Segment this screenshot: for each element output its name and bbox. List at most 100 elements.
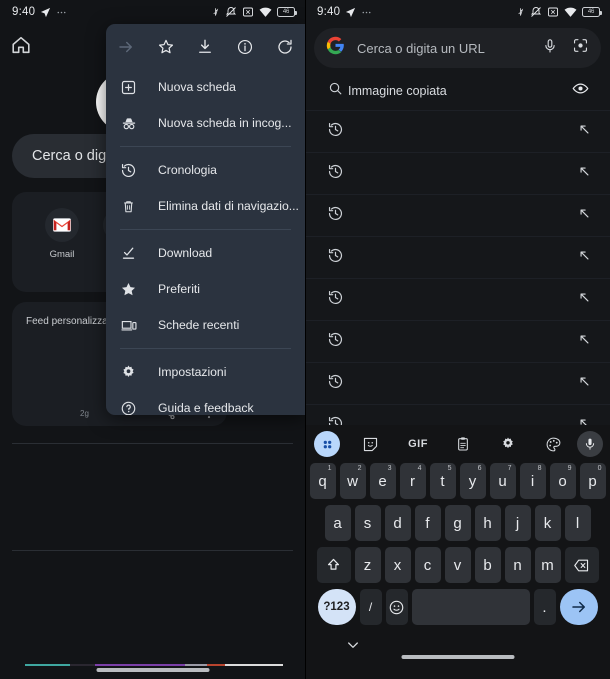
space-key[interactable]: [411, 589, 530, 625]
sticker-icon[interactable]: [357, 431, 383, 457]
key-h[interactable]: h: [474, 505, 501, 541]
menu-item-downloads[interactable]: Download: [106, 235, 305, 271]
key-o[interactable]: 9o: [549, 463, 576, 499]
key-slash[interactable]: /: [359, 589, 382, 625]
suggestion-header-row[interactable]: Immagine copiata: [314, 74, 601, 108]
microphone-icon[interactable]: [577, 431, 603, 457]
key-t[interactable]: 5t: [429, 463, 456, 499]
key-b[interactable]: b: [474, 547, 501, 583]
right-phone-screen: 9:40 46 Cerca o digita un URL Immagine c…: [305, 0, 610, 679]
search-icon: [328, 81, 343, 101]
arrow-up-left-icon[interactable]: [577, 122, 592, 142]
home-icon[interactable]: [10, 34, 34, 58]
menu-item-label: Nuova scheda in incog...: [158, 116, 292, 130]
status-bar-left: 9:40 46: [0, 0, 305, 24]
key-r[interactable]: 4r: [399, 463, 426, 499]
key-u[interactable]: 7u: [489, 463, 516, 499]
history-icon: [327, 121, 344, 143]
key-k[interactable]: k: [534, 505, 561, 541]
backspace-icon[interactable]: [564, 547, 599, 583]
suggestion-row[interactable]: [305, 236, 610, 278]
key-a[interactable]: a: [324, 505, 351, 541]
suggestion-row[interactable]: [305, 278, 610, 320]
key-x[interactable]: x: [384, 547, 411, 583]
arrow-up-left-icon[interactable]: [577, 374, 592, 394]
suggestion-row[interactable]: [305, 362, 610, 404]
menu-item-new-incognito-tab[interactable]: Nuova scheda in incog...: [106, 105, 305, 141]
menu-forward-button[interactable]: [106, 24, 146, 69]
on-screen-keyboard: GIF 1q2w3e4r5t6y7u8i9o0p asdfghjkl zxcvb…: [305, 425, 610, 679]
gear-icon[interactable]: [495, 431, 521, 457]
menu-item-label: Schede recenti: [158, 318, 240, 332]
wifi-icon: [564, 7, 577, 18]
symbols-key[interactable]: ?123: [317, 589, 356, 625]
key-p[interactable]: 0p: [579, 463, 606, 499]
chevron-down-icon[interactable]: [345, 637, 361, 658]
key-e[interactable]: 3e: [369, 463, 396, 499]
menu-item-recent-tabs[interactable]: Schede recenti: [106, 307, 305, 343]
key-m[interactable]: m: [534, 547, 561, 583]
key-f[interactable]: f: [414, 505, 441, 541]
feed-title: Feed personalizza: [26, 316, 108, 327]
enter-arrow-icon[interactable]: [559, 589, 598, 625]
gif-label: GIF: [408, 438, 428, 450]
arrow-up-left-icon[interactable]: [577, 206, 592, 226]
navigation-arrow-icon: [345, 7, 356, 18]
menu-item-label: Download: [158, 246, 213, 260]
arrow-up-left-icon[interactable]: [577, 248, 592, 268]
keyboard-row-3: zxcvbnm: [305, 547, 610, 583]
history-icon: [120, 162, 144, 179]
arrow-up-left-icon[interactable]: [577, 164, 592, 184]
menu-page-info-button[interactable]: [225, 24, 265, 69]
menu-item-clear-browsing-data[interactable]: Elimina dati di navigazio...: [106, 188, 305, 224]
google-lens-icon[interactable]: [572, 37, 589, 59]
menu-bookmark-star-button[interactable]: [146, 24, 186, 69]
arrow-up-left-icon[interactable]: [577, 332, 592, 352]
shortcut-tile-gmail[interactable]: Gmail: [34, 208, 90, 260]
system-nav-pill-left: [96, 668, 209, 672]
menu-download-button[interactable]: [186, 24, 226, 69]
keyboard-toolbar: GIF: [305, 425, 610, 463]
key-period[interactable]: .: [533, 589, 556, 625]
key-q[interactable]: 1q: [309, 463, 336, 499]
menu-item-settings[interactable]: Impostazioni: [106, 354, 305, 390]
history-icon: [327, 247, 344, 269]
key-y[interactable]: 6y: [459, 463, 486, 499]
menu-item-label: Cronologia: [158, 163, 217, 177]
key-z[interactable]: z: [354, 547, 381, 583]
suggestion-row[interactable]: [305, 152, 610, 194]
microphone-icon[interactable]: [542, 38, 558, 59]
menu-item-label: Preferiti: [158, 282, 200, 296]
key-w[interactable]: 2w: [339, 463, 366, 499]
menu-item-history[interactable]: Cronologia: [106, 152, 305, 188]
omnibox[interactable]: Cerca o digita un URL: [314, 28, 601, 68]
key-s[interactable]: s: [354, 505, 381, 541]
status-bar-right-group: 46: [516, 6, 602, 18]
key-l[interactable]: l: [564, 505, 591, 541]
key-j[interactable]: j: [504, 505, 531, 541]
menu-reload-button[interactable]: [265, 24, 305, 69]
menu-item-help-feedback[interactable]: Guida e feedback: [106, 390, 305, 415]
clipboard-icon[interactable]: [450, 431, 476, 457]
menu-item-bookmarks[interactable]: Preferiti: [106, 271, 305, 307]
suggestion-row[interactable]: [305, 320, 610, 362]
suggestion-header-text: Immagine copiata: [348, 84, 447, 98]
key-d[interactable]: d: [384, 505, 411, 541]
suggestion-row[interactable]: [305, 194, 610, 236]
shift-icon[interactable]: [316, 547, 351, 583]
menu-separator: [120, 348, 291, 349]
palette-icon[interactable]: [540, 431, 566, 457]
grid-apps-icon[interactable]: [314, 431, 340, 457]
eye-icon[interactable]: [572, 80, 589, 102]
gif-icon[interactable]: GIF: [403, 431, 433, 457]
key-alt-label: 2: [357, 465, 362, 472]
key-n[interactable]: n: [504, 547, 531, 583]
key-c[interactable]: c: [414, 547, 441, 583]
emoji-icon[interactable]: [385, 589, 408, 625]
menu-item-new-tab[interactable]: Nuova scheda: [106, 69, 305, 105]
key-i[interactable]: 8i: [519, 463, 546, 499]
key-g[interactable]: g: [444, 505, 471, 541]
key-v[interactable]: v: [444, 547, 471, 583]
arrow-up-left-icon[interactable]: [577, 290, 592, 310]
suggestion-row[interactable]: [305, 110, 610, 152]
